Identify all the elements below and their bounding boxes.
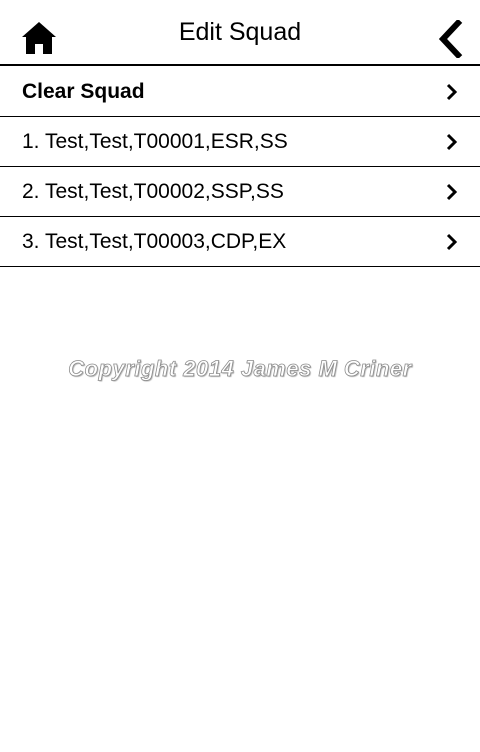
squad-member-row[interactable]: 1. Test,Test,T00001,ESR,SS [0, 117, 480, 167]
clear-squad-label: Clear Squad [22, 80, 145, 103]
chevron-left-icon [438, 18, 463, 60]
chevron-right-icon [446, 133, 458, 151]
clear-squad-row[interactable]: Clear Squad [0, 67, 480, 117]
chevron-right-icon [446, 83, 458, 101]
chevron-right-icon [446, 183, 458, 201]
back-button[interactable] [436, 18, 464, 60]
squad-member-row[interactable]: 3. Test,Test,T00003,CDP,EX [0, 217, 480, 267]
page-title: Edit Squad [178, 18, 302, 46]
squad-member-row[interactable]: 2. Test,Test,T00002,SSP,SS [0, 167, 480, 217]
squad-member-label: 1. Test,Test,T00001,ESR,SS [22, 130, 288, 153]
squad-member-label: 2. Test,Test,T00002,SSP,SS [22, 180, 284, 203]
chevron-right-icon [446, 233, 458, 251]
squad-member-label: 3. Test,Test,T00003,CDP,EX [22, 230, 287, 253]
app-header: Edit Squad [0, 0, 480, 66]
copyright-watermark: Copyright 2014 James M Criner [68, 356, 412, 382]
squad-list: Clear Squad 1. Test,Test,T00001,ESR,SS 2… [0, 67, 480, 267]
